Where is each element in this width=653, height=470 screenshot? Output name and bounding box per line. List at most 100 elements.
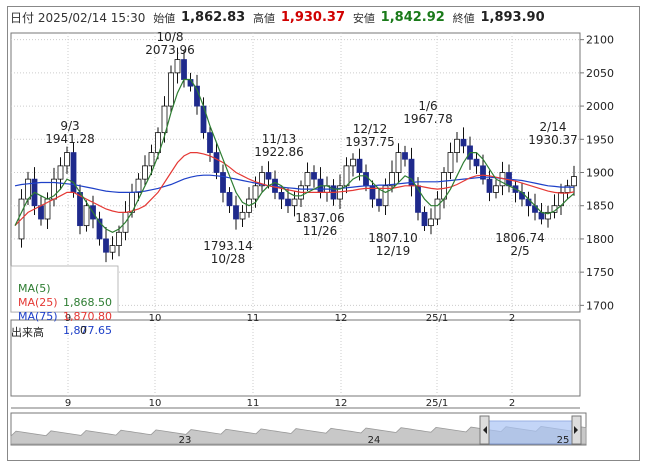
annotation-value: 1941.28 (45, 132, 95, 146)
annotation-date: 1807.10 (368, 231, 418, 245)
candle-up (148, 152, 155, 167)
annotation-high: 11/131922.86 (254, 132, 304, 159)
candle-down (220, 172, 226, 193)
x-tick-label: 2 (509, 313, 515, 324)
candle-up (109, 245, 116, 253)
navigator-label: 23 (179, 435, 192, 446)
y-tick-label: 1800 (586, 233, 614, 246)
candle-up (57, 165, 64, 180)
annotation-high: 9/31941.28 (45, 119, 95, 146)
candle-up (493, 185, 499, 193)
annotation-date: 1806.74 (495, 231, 545, 245)
candle-down (311, 172, 317, 180)
annotation-high: 1/61967.78 (403, 99, 453, 126)
annotation-value: 11/26 (303, 224, 338, 238)
candle-up (454, 138, 460, 153)
candle-down (285, 198, 291, 207)
candle-down (369, 185, 376, 200)
annotation-value: 1937.75 (345, 135, 395, 149)
candle-down (473, 158, 480, 167)
candle-up (142, 165, 148, 180)
x-tick-label-lower: 25/1 (426, 398, 448, 409)
candlestick-chart[interactable]: 1700175018001850190019502000205021009910… (0, 0, 653, 470)
candle-down (103, 238, 109, 253)
x-tick-label: 11 (247, 313, 260, 324)
y-tick-label: 2100 (586, 34, 614, 47)
candle-up (343, 165, 350, 187)
legend-ma75-value: 1,877.65 (63, 324, 112, 337)
annotation-date: 11/13 (262, 132, 297, 146)
y-tick-label: 2050 (586, 67, 614, 80)
candle-up (304, 172, 311, 187)
annotation-low: 12/191807.10 (368, 231, 418, 258)
x-tick-label: 12 (335, 313, 348, 324)
candle-up (116, 231, 122, 246)
candle-up (428, 218, 434, 227)
annotation-value: 2073.96 (145, 43, 195, 57)
annotation-date: 12/12 (353, 122, 388, 136)
candle-down (265, 172, 272, 180)
candle-down (181, 59, 187, 80)
x-tick-label-lower: 2 (509, 398, 515, 409)
y-tick-label: 1850 (586, 200, 614, 213)
annotation-date: 2/14 (540, 120, 567, 134)
candle-down (70, 152, 77, 193)
candle-down (421, 211, 428, 227)
x-tick-label: 25/1 (426, 313, 448, 324)
annotation-date: 1837.06 (295, 211, 345, 225)
annotation-date: 1793.14 (203, 239, 253, 253)
x-tick-label: 10 (149, 313, 162, 324)
navigator-label: 24 (368, 435, 381, 446)
annotation-value: 12/19 (376, 244, 411, 258)
legend-ma25-value: 1,870.80 (63, 310, 112, 323)
annotation-value: 1967.78 (403, 112, 453, 126)
candle-down (376, 198, 382, 207)
candle-down (77, 192, 83, 227)
annotation-high: 2/141930.37 (528, 120, 578, 147)
candle-up (447, 152, 454, 173)
candle-down (486, 178, 493, 193)
candle-up (291, 198, 298, 207)
annotation-low: 2/51806.74 (495, 231, 545, 258)
annotation-high: 12/121937.75 (345, 122, 395, 149)
annotation-low: 11/261837.06 (295, 211, 345, 238)
legend-ma75-name: MA(75) (18, 310, 58, 323)
candle-down (207, 132, 213, 153)
candle-down (213, 152, 220, 173)
candle-up (239, 211, 246, 220)
candle-up (135, 178, 142, 193)
candle-up (350, 158, 356, 167)
annotation-date: 10/8 (157, 30, 184, 44)
candle-up (174, 59, 181, 74)
candle-up (168, 72, 174, 107)
legend-ma5-value: 1,868.50 (63, 296, 112, 309)
y-tick-label: 1950 (586, 133, 614, 146)
candle-down (363, 172, 369, 187)
x-tick-label-lower: 9 (65, 398, 71, 409)
y-tick-label: 2000 (586, 100, 614, 113)
y-tick-label: 1900 (586, 167, 614, 180)
y-tick-label: 1700 (586, 299, 614, 312)
annotation-date: 9/3 (60, 119, 79, 133)
annotation-date: 1/6 (418, 99, 437, 113)
candle-down (233, 205, 239, 220)
candle-up (64, 152, 70, 167)
annotation-value: 1930.37 (528, 133, 578, 147)
navigator-label: 25 (557, 435, 570, 446)
candle-down (278, 192, 285, 200)
candle-up (395, 152, 402, 173)
y-tick-label: 1750 (586, 266, 614, 279)
annotation-value: 2/5 (510, 244, 529, 258)
candle-up (252, 185, 259, 200)
x-tick-label-lower: 10 (149, 398, 162, 409)
candle-up (83, 205, 90, 227)
annotation-value: 10/28 (211, 252, 246, 266)
candle-up (25, 178, 31, 200)
x-tick-label-lower: 11 (247, 398, 260, 409)
annotation-value: 1922.86 (254, 145, 304, 159)
candle-down (38, 205, 44, 220)
annotation-low: 10/281793.14 (203, 239, 253, 266)
volume-label: 出来高 (11, 326, 44, 339)
candle-up (571, 176, 577, 187)
candle-down (356, 158, 363, 173)
